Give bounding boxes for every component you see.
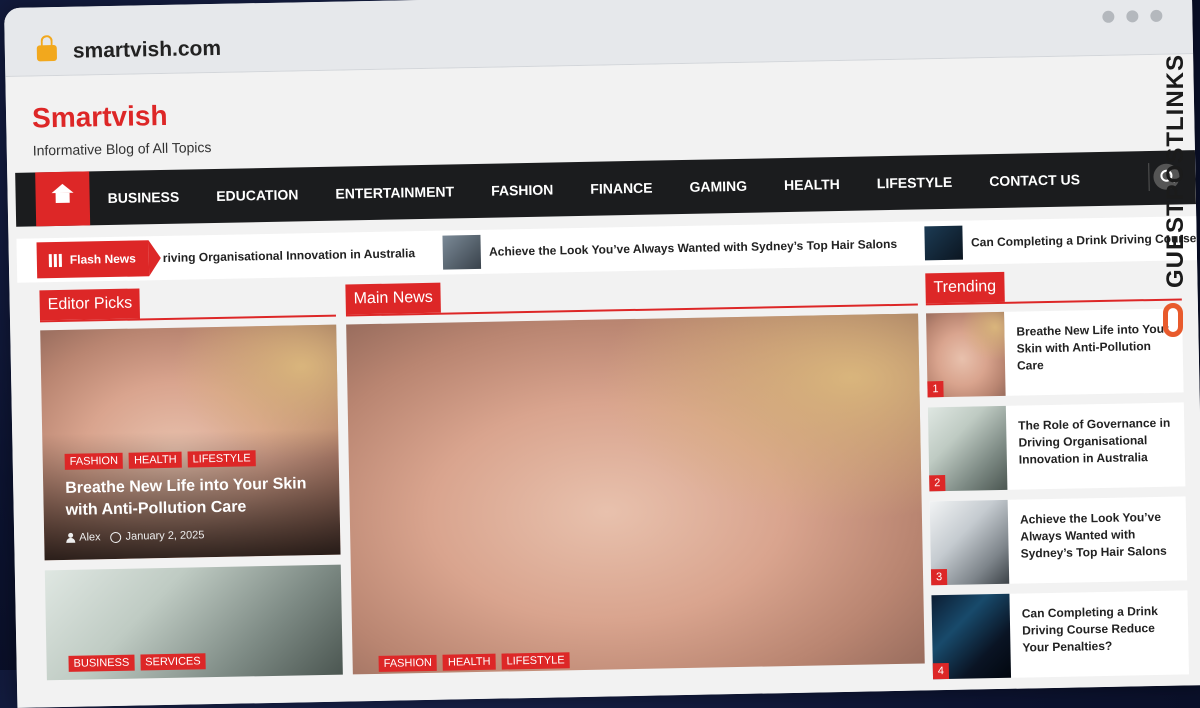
category-tag[interactable]: LIFESTYLE [501,652,570,670]
nav-item-business[interactable]: BUSINESS [108,189,180,206]
bars-icon [48,253,62,267]
url-text[interactable]: smartvish.com [73,37,222,64]
card-title[interactable]: Breathe New Life into Your Skin with Ant… [65,473,326,522]
trending-item[interactable]: 2 The Role of Governance in Driving Orga… [927,402,1186,492]
ticker-item[interactable]: riving Organisational Innovation in Aust… [163,246,415,265]
editor-pick-card[interactable]: BUSINESS SERVICES [44,564,343,681]
main-news-card[interactable]: FASHION HEALTH LIFESTYLE [346,313,925,675]
editor-picks-heading: Editor Picks [39,288,141,321]
category-tag[interactable]: BUSINESS [68,654,135,672]
ticker-thumbnail[interactable] [924,225,964,261]
card-author[interactable]: Alex [79,531,101,543]
trending-rank: 1 [927,381,944,398]
card-tags: BUSINESS SERVICES [68,653,206,672]
watermark-text: GUESTPOSTLINKS [1162,53,1189,288]
nav-item-fashion[interactable]: FASHION [491,181,554,198]
card-tags: FASHION HEALTH LIFESTYLE [378,652,570,672]
trending-rank: 2 [929,475,946,492]
trending-rank: 4 [932,662,950,680]
nav-item-lifestyle[interactable]: LIFESTYLE [877,174,953,191]
site-logo[interactable]: Smartvish [32,100,168,135]
home-icon [54,192,72,206]
window-controls [1102,9,1163,23]
browser-window: smartvish.com Smartvish Informative Blog… [4,0,1200,708]
ticker-item-title[interactable]: riving Organisational Innovation in Aust… [163,246,415,265]
home-button[interactable] [35,171,91,227]
category-tag[interactable]: SERVICES [140,653,206,671]
guestpostlinks-watermark: GUESTPOSTLINKS [1160,54,1194,358]
category-tag[interactable]: HEALTH [128,451,182,469]
ticker-item[interactable]: Achieve the Look You’ve Always Wanted wi… [442,227,898,270]
nav-item-gaming[interactable]: GAMING [689,178,747,195]
nav-item-contact-us[interactable]: CONTACT US [989,171,1080,189]
nav-item-finance[interactable]: FINANCE [590,180,653,197]
trending-item[interactable]: 1 Breathe New Life into Your Skin with A… [926,308,1184,398]
card-date: January 2, 2025 [125,529,205,543]
ticker-thumbnail[interactable] [442,234,482,270]
news-ticker: riving Organisational Innovation in Aust… [162,216,1197,280]
trending-item[interactable]: 3 Achieve the Look You’ve Always Wanted … [929,496,1188,586]
trending-title[interactable]: The Role of Governance in Driving Organi… [1018,415,1175,469]
category-tag[interactable]: LIFESTYLE [187,450,256,468]
nav-divider [1148,163,1150,192]
main-news-heading: Main News [345,282,442,315]
window-dot-icon[interactable] [1126,10,1139,23]
user-icon [66,533,75,543]
nav-item-education[interactable]: EDUCATION [216,186,298,204]
link-icon [1163,303,1183,337]
trending-item[interactable]: 4 Can Completing a Drink Driving Course … [931,590,1190,680]
window-dot-icon[interactable] [1102,10,1115,23]
flash-news-label-text: Flash News [69,251,136,267]
editor-pick-card[interactable]: FASHION HEALTH LIFESTYLE Breathe New Lif… [40,324,341,561]
main-navigation: BUSINESS EDUCATION ENTERTAINMENT FASHION FIN… [15,150,1196,227]
category-tag[interactable]: HEALTH [442,653,496,671]
nav-item-health[interactable]: HEALTH [784,176,840,193]
trending-title[interactable]: Breathe New Life into Your Skin with Ant… [1016,321,1173,375]
nav-menu: BUSINESS EDUCATION ENTERTAINMENT FASHION FIN… [107,152,1081,225]
clock-icon [110,531,122,543]
category-tag[interactable]: FASHION [64,452,124,470]
window-dot-icon[interactable] [1150,9,1163,22]
category-tag[interactable]: FASHION [378,654,438,672]
web-page: Smartvish Informative Blog of All Topics… [5,54,1200,708]
lock-icon [36,44,58,62]
trending-title[interactable]: Achieve the Look You’ve Always Wanted wi… [1020,509,1177,563]
ticker-item[interactable]: Can Completing a Drink Driving Course Re [924,221,1197,261]
nav-item-entertainment[interactable]: ENTERTAINMENT [335,183,454,201]
flash-news-label: Flash News [36,240,150,279]
ticker-item-title[interactable]: Achieve the Look You’ve Always Wanted wi… [489,237,897,259]
flash-news-bar: Flash News riving Organisational Innovat… [16,216,1198,283]
trending-rank: 3 [930,569,948,586]
trending-heading: Trending [925,271,1005,304]
site-tagline: Informative Blog of All Topics [32,139,212,159]
trending-title[interactable]: Can Completing a Drink Driving Course Re… [1022,603,1179,657]
